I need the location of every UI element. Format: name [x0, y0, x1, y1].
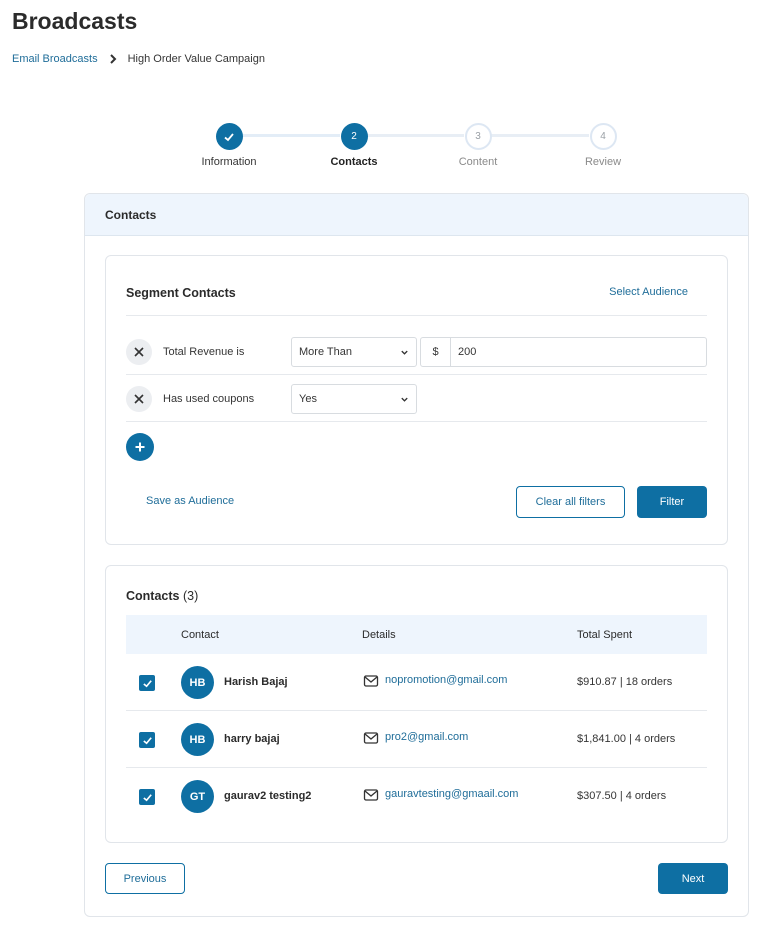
column-header-details: Details [362, 629, 396, 641]
chevron-down-icon [401, 397, 408, 402]
mail-icon [363, 789, 379, 801]
step-label: Information [201, 156, 257, 168]
revenue-amount-input[interactable]: 200 [450, 337, 707, 367]
close-icon [134, 394, 144, 404]
table-row[interactable]: HB harry bajaj pro2@gmail.com $1,841.00 … [126, 711, 707, 768]
mail-icon [363, 675, 379, 687]
chevron-right-icon [109, 54, 117, 64]
avatar: HB [181, 723, 214, 756]
breadcrumb: Email Broadcasts High Order Value Campai… [12, 53, 265, 65]
row-checkbox[interactable] [139, 675, 155, 691]
contact-name[interactable]: Harish Bajaj [224, 676, 288, 688]
row-checkbox[interactable] [139, 789, 155, 805]
step-number: 4 [589, 123, 617, 150]
filter-button[interactable]: Filter [637, 486, 707, 518]
table-row[interactable]: GT gaurav2 testing2 gauravtesting@gmaail… [126, 768, 707, 825]
previous-button[interactable]: Previous [105, 863, 185, 894]
total-spent: $307.50 | 4 orders [577, 790, 667, 802]
step-label: Content [458, 156, 498, 168]
chevron-down-icon [401, 350, 408, 355]
filter-label: Total Revenue is [163, 346, 245, 358]
panel-title: Contacts [85, 194, 748, 236]
contacts-card: Contacts (3) Contact Details Total Spent… [105, 565, 728, 843]
filter-label: Has used coupons [163, 393, 255, 405]
step-content[interactable]: 3 Content [428, 123, 528, 168]
breadcrumb-email-broadcasts-link[interactable]: Email Broadcasts [12, 53, 98, 65]
step-contacts[interactable]: 2 Contacts [304, 123, 404, 168]
breadcrumb-current: High Order Value Campaign [127, 53, 265, 65]
step-number: 3 [464, 123, 492, 150]
contacts-title-label: Contacts [126, 589, 180, 603]
remove-filter-button[interactable] [126, 386, 152, 412]
total-spent: $910.87 | 18 orders [577, 676, 673, 688]
divider [126, 374, 707, 375]
progress-stepper: Information 2 Contacts 3 Content 4 Revie… [0, 118, 768, 168]
row-checkbox[interactable] [139, 732, 155, 748]
contact-email[interactable]: pro2@gmail.com [385, 731, 468, 743]
step-number: 2 [340, 123, 368, 150]
contact-email[interactable]: gauravtesting@gmaail.com [385, 788, 518, 800]
divider [126, 421, 707, 422]
checkmark-icon [142, 679, 152, 687]
contact-email[interactable]: nopromotion@gmail.com [385, 674, 507, 686]
total-spent: $1,841.00 | 4 orders [577, 733, 676, 745]
table-header: Contact Details Total Spent [126, 615, 707, 654]
page-title: Broadcasts [12, 8, 138, 34]
filter-row-coupons: Has used coupons Yes [126, 381, 707, 417]
avatar: GT [181, 780, 214, 813]
coupons-select[interactable]: Yes [291, 384, 417, 414]
select-value: More Than [299, 346, 352, 358]
mail-icon [363, 732, 379, 744]
column-header-total-spent: Total Spent [577, 629, 633, 641]
segment-title: Segment Contacts [126, 286, 236, 300]
add-filter-button[interactable] [126, 433, 154, 461]
checkmark-icon [142, 793, 152, 801]
table-row[interactable]: HB Harish Bajaj nopromotion@gmail.com $9… [126, 654, 707, 711]
save-as-audience-link[interactable]: Save as Audience [146, 495, 234, 507]
checkmark-icon [142, 736, 152, 744]
select-value: Yes [299, 393, 317, 405]
contact-name[interactable]: gaurav2 testing2 [224, 790, 311, 802]
step-information[interactable]: Information [179, 123, 279, 168]
contacts-panel: Contacts Segment Contacts Select Audienc… [84, 193, 749, 917]
step-review[interactable]: 4 Review [553, 123, 653, 168]
select-audience-link[interactable]: Select Audience [609, 286, 688, 298]
remove-filter-button[interactable] [126, 339, 152, 365]
column-header-contact: Contact [181, 629, 219, 641]
currency-prefix: $ [420, 337, 451, 367]
check-icon [215, 123, 243, 150]
avatar: HB [181, 666, 214, 699]
revenue-operator-select[interactable]: More Than [291, 337, 417, 367]
contacts-count: (3) [182, 589, 199, 603]
step-label: Review [584, 156, 622, 168]
close-icon [134, 347, 144, 357]
step-label: Contacts [330, 156, 378, 168]
clear-all-filters-button[interactable]: Clear all filters [516, 486, 625, 518]
filter-row-revenue: Total Revenue is More Than $ 200 [126, 334, 707, 370]
plus-icon [135, 442, 145, 452]
next-button[interactable]: Next [658, 863, 728, 894]
divider [126, 315, 707, 316]
segment-contacts-card: Segment Contacts Select Audience Total R… [105, 255, 728, 545]
contacts-title: Contacts (3) [126, 589, 198, 603]
contact-name[interactable]: harry bajaj [224, 733, 280, 745]
